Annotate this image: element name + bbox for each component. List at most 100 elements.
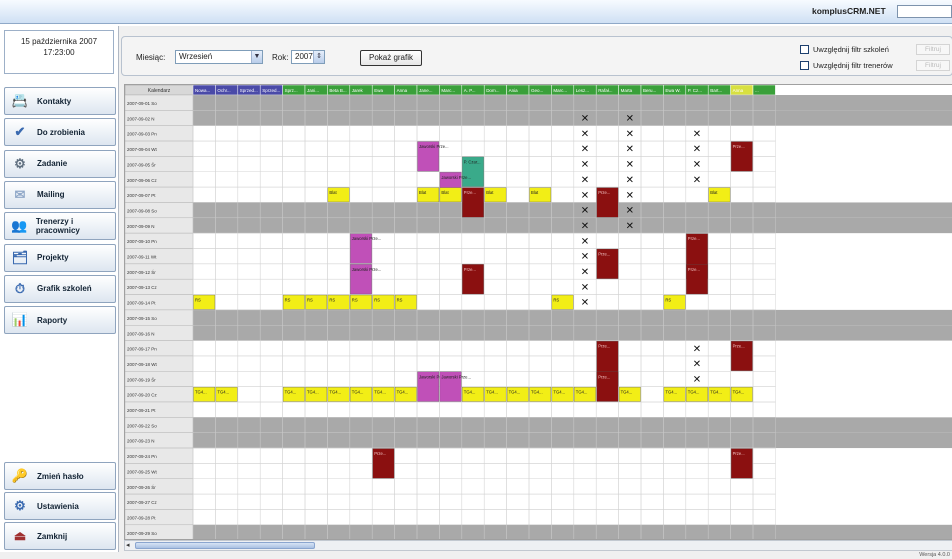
grid-cell [416,401,440,418]
grid-cell [349,371,373,387]
nav-button-key[interactable]: 🔑 Zmień hasło [4,462,116,490]
weekend-row [193,309,952,326]
grid-cell [618,493,642,510]
horizontal-scrollbar[interactable]: ◂ [124,540,952,551]
grid-cell [371,140,395,157]
grid-cell [618,232,642,249]
grid-cell [349,401,373,418]
nav-button-label: Mailing [37,190,65,200]
grid-cell [506,447,530,464]
grid-cell [416,263,440,280]
grid-cell [573,447,597,464]
grid-cell [663,493,687,510]
grid-cell [439,125,463,142]
trainer-filter-button[interactable]: Filtruj [916,59,950,71]
event-label: TG4... [665,390,677,395]
grid-cell [551,140,575,157]
grid-cell [685,294,709,311]
todo-icon: ✔ [14,124,26,140]
nav-button-trainers[interactable]: 👥 Trenerzy i pracownicy [4,212,116,241]
grid-cell [439,278,463,295]
date-label: 2007-09-17 Pn [127,347,157,352]
grid-cell [506,401,530,418]
event-label: TG4... [509,390,521,395]
trainer-filter-checkbox[interactable] [800,60,809,70]
grid-cell [416,232,440,249]
event-label: RS [329,298,335,303]
grid-cell [327,447,351,464]
grid-cell [618,447,642,464]
nav-button-mail[interactable]: ✉ Mailing [4,180,116,209]
event-label: TG4... [531,390,543,395]
nav-button-todo[interactable]: ✔ Do zrobienia [4,118,116,147]
grid-cell [349,478,373,495]
grid-cell [192,156,216,173]
grid-cell [752,186,776,203]
grid-cell [439,478,463,495]
grid-cell [282,125,306,142]
grid-cell [707,156,731,173]
grid-cell [371,509,395,526]
grid-cell [237,463,261,479]
show-schedule-button[interactable]: Pokaż grafik [360,50,422,66]
grid-cell [707,509,731,526]
grid-cell [551,340,575,357]
nav-button-projects[interactable]: 🗂 Projekty [4,243,116,272]
grid-cell [394,478,418,495]
training-filter-checkbox[interactable] [800,44,809,54]
grid-cell [663,371,687,387]
grid-cell [259,186,283,203]
nav-button-exit[interactable]: ⏏ Zamknij [4,522,116,550]
date-label: 2007-09-05 Śr [127,160,156,167]
column-header-label: Rafał... [598,88,612,93]
grid-cell [304,263,328,280]
grid-cell [663,186,687,203]
grid-cell [707,232,731,249]
grid-cell [573,509,597,526]
grid-cell [707,355,731,372]
month-select[interactable]: Wrzesień ▼ [175,50,263,64]
grid-cell [528,171,552,188]
trainers-icon: 👥 [11,218,28,234]
training-filter-button[interactable]: Filtruj [916,43,950,55]
scrollbar-thumb[interactable] [135,542,315,549]
grid-cell [259,340,283,357]
column-header-label: Geo... [531,88,543,93]
grid-cell [215,125,239,142]
grid-cell [506,493,530,510]
key-icon: 🔑 [11,468,29,483]
nav-button-schedule[interactable]: ⏱ Grafik szkoleń [4,274,116,303]
event-label: TG4... [710,390,722,395]
chevron-down-icon[interactable]: ▼ [251,51,262,63]
x-mark-icon: ✕ [581,267,589,278]
year-stepper[interactable]: 2007 ⇕ [291,50,325,64]
nav-button-reports[interactable]: 📊 Raporty [4,306,116,335]
grid-cell [259,278,283,295]
grid-cell [416,171,440,188]
grid-cell [595,278,619,295]
date-label: 2007-09-10 Pn [127,239,157,244]
grid-cell [595,156,619,173]
spin-icon[interactable]: ⇕ [313,51,324,63]
grid-cell [506,171,530,188]
grid-cell [506,186,530,203]
date-label: 2007-09-08 So [127,208,157,213]
title-search-box[interactable] [897,5,952,18]
nav-button-settings[interactable]: ⚙ Ustawienia [4,492,116,520]
grid-cell [506,294,530,311]
nav-button-label: Kontakty [37,96,72,106]
grid-cell [237,232,261,249]
schedule-grid[interactable]: Kalendarz Nowa... Ochr... Sprzed... Sprzed..… [124,84,952,540]
grid-cell [327,371,351,387]
nav-button-task[interactable]: ⚙ Zadanie [4,149,116,178]
grid-cell [304,478,328,495]
reports-icon: 📊 [11,312,29,328]
x-mark-icon: ✕ [693,129,701,140]
x-mark-icon: ✕ [626,206,634,217]
nav-button-contacts[interactable]: 📇 Kontakty [4,87,116,115]
grid-cell [282,478,306,495]
scroll-left-icon[interactable]: ◂ [126,541,130,550]
date-label: 2007-09-20 Cz [127,393,158,398]
event-label: RS [397,298,403,303]
grid-cell [483,171,507,188]
